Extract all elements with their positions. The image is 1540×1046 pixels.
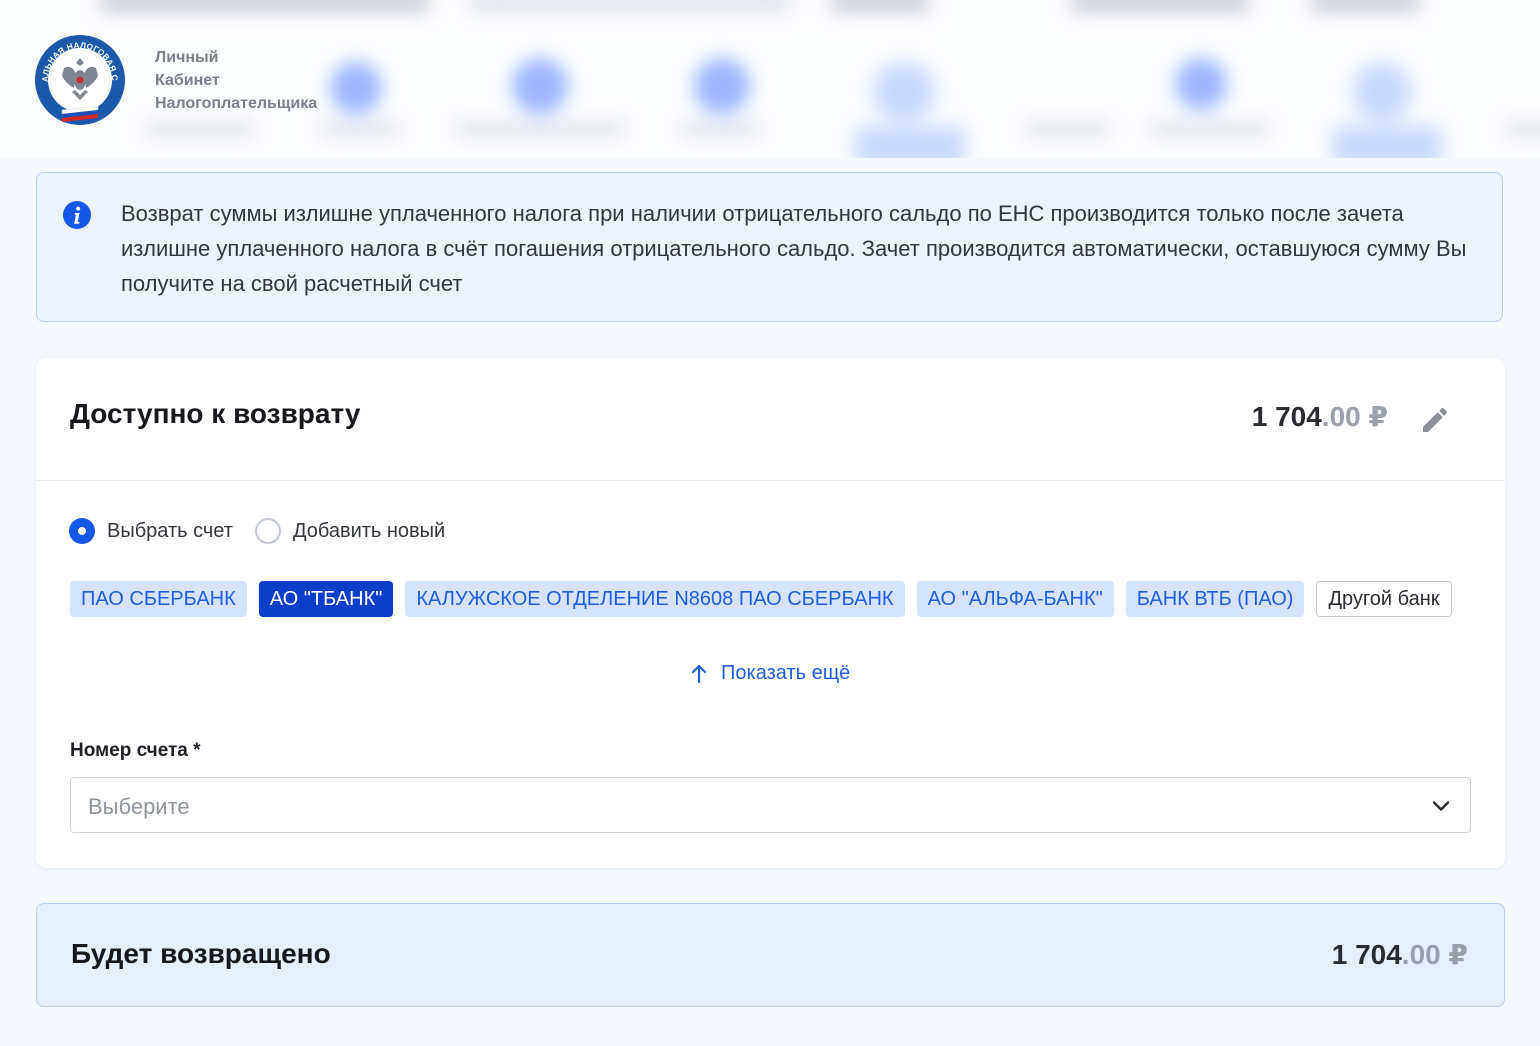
arrow-up-icon — [691, 664, 707, 683]
bank-chip-kaluga-sberbank[interactable]: КАЛУЖСКОЕ ОТДЕЛЕНИЕ N8608 ПАО СБЕРБАНК — [405, 581, 905, 617]
account-number-select[interactable]: Выберите — [70, 777, 1471, 833]
select-placeholder: Выберите — [88, 794, 190, 819]
amount-decimal: .00 — [1401, 939, 1441, 970]
account-number-label: Номер счета * — [70, 740, 201, 761]
show-more-link[interactable]: Показать ещё — [691, 662, 850, 685]
brand-name: Личный Кабинет Налогоплательщика — [155, 46, 375, 115]
pencil-icon — [1423, 407, 1448, 432]
return-amount: 1 704.00 ₽ — [1332, 938, 1468, 971]
currency-sign: ₽ — [1368, 401, 1388, 432]
fns-logo: ФЕДЕРАЛЬНАЯ НАЛОГОВАЯ СЛУЖБА — [34, 34, 125, 125]
bank-chip-sberbank[interactable]: ПАО СБЕРБАНК — [70, 581, 247, 617]
info-icon — [63, 201, 91, 229]
other-bank-button[interactable]: Другой банк — [1316, 581, 1452, 617]
radio-unchecked-icon[interactable] — [254, 518, 281, 544]
amount-integer: 1 704 — [1331, 939, 1402, 970]
radio-add-new[interactable]: Добавить новый — [254, 518, 446, 544]
header: ФЕДЕРАЛЬНАЯ НАЛОГОВАЯ СЛУЖБА Личный Каби… — [0, 0, 1540, 158]
amount-integer: 1 704 — [1251, 401, 1322, 432]
radio-label: Добавить новый — [292, 519, 446, 542]
refund-card: Доступно к возврату 1 704.00 ₽ Выбрать с… — [36, 358, 1505, 868]
available-amount: 1 704.00 ₽ — [1252, 400, 1388, 433]
summary-panel: Будет возвращено 1 704.00 ₽ — [36, 903, 1505, 1007]
brand-line-2: Кабинет — [155, 72, 220, 89]
radio-label: Выбрать счет — [107, 519, 233, 542]
summary-title: Будет возвращено — [71, 938, 331, 969]
bank-chip-alfa-bank[interactable]: АО "АЛЬФА-БАНК" — [916, 581, 1114, 617]
card-title: Доступно к возврату — [70, 398, 361, 429]
bank-chips: ПАО СБЕРБАНК АО "ТБАНК" КАЛУЖСКОЕ ОТДЕЛЕ… — [70, 581, 1464, 617]
currency-sign: ₽ — [1448, 939, 1468, 970]
bank-chip-vtb[interactable]: БАНК ВТБ (ПАО) — [1125, 581, 1305, 617]
account-mode-group: Выбрать счет Добавить новый — [69, 518, 467, 544]
info-text: Возврат суммы излишне уплаченного налога… — [121, 201, 1467, 296]
chevron-down-icon — [1432, 801, 1450, 811]
radio-select-account[interactable]: Выбрать счет — [69, 518, 233, 544]
brand-line-1: Личный — [155, 49, 219, 66]
card-divider — [36, 480, 1505, 481]
edit-amount-button[interactable] — [1419, 404, 1451, 436]
show-more-label: Показать ещё — [721, 662, 851, 684]
amount-decimal: .00 — [1321, 401, 1361, 432]
bank-chip-tbank[interactable]: АО "ТБАНК" — [258, 581, 394, 617]
radio-checked-icon[interactable] — [69, 518, 95, 544]
info-banner: Возврат суммы излишне уплаченного налога… — [36, 172, 1503, 322]
brand-line-3: Налогоплательщика — [155, 95, 318, 112]
